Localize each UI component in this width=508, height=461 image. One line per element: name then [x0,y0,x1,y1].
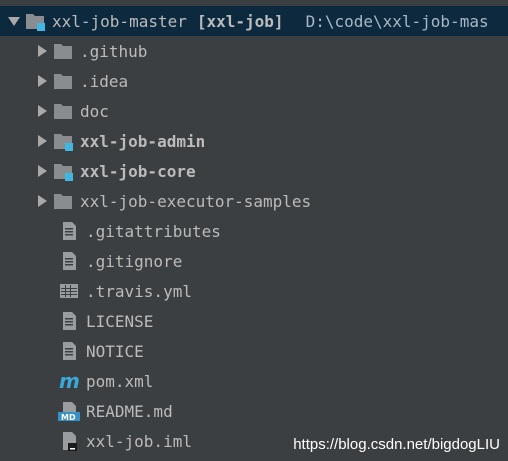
tree-folder-row[interactable]: .idea [0,66,508,96]
tree-file-row[interactable]: m pom.xml [0,366,508,396]
tree-file-row[interactable]: MD README.md [0,396,508,426]
folder-icon [52,70,74,92]
expand-arrow-icon[interactable] [32,96,52,126]
file-label: .gitattributes [86,221,221,241]
text-file-icon [58,340,80,362]
tree-root-row[interactable]: xxl-job-master [xxl-job] D:\code\xxl-job… [0,6,508,36]
markdown-icon: MD [58,400,80,422]
file-label: .gitignore [86,251,183,271]
folder-icon [52,40,74,62]
watermark-text: https://blog.csdn.net/bigdogLIU [293,436,500,453]
root-module-tag: [xxl-job] [196,11,284,31]
expand-arrow-icon[interactable] [32,66,52,96]
module-folder-icon [24,10,46,32]
tree-folder-row[interactable]: xxl-job-executor-samples [0,186,508,216]
expand-arrow-icon[interactable] [32,126,52,156]
expand-arrow-icon[interactable] [32,186,52,216]
root-name: xxl-job-master [52,11,187,31]
file-label: README.md [86,401,173,421]
yaml-file-icon [58,280,80,302]
text-file-icon [58,310,80,332]
file-label: pom.xml [86,371,154,391]
file-label: xxl-job.iml [86,431,192,451]
tree-file-row[interactable]: .gitignore [0,246,508,276]
folder-icon [52,190,74,212]
svg-text:MD: MD [61,413,76,422]
text-file-icon [58,250,80,272]
text-file-icon [58,220,80,242]
tree-module-row[interactable]: xxl-job-admin [0,126,508,156]
expand-arrow-icon[interactable] [32,36,52,66]
file-label: LICENSE [86,311,154,331]
tree-folder-row[interactable]: .github [0,36,508,66]
folder-icon [52,100,74,122]
module-folder-icon [52,130,74,152]
file-label: NOTICE [86,341,144,361]
tree-module-row[interactable]: xxl-job-core [0,156,508,186]
folder-label: .idea [80,71,129,91]
folder-label: .github [80,41,148,61]
module-folder-icon [52,160,74,182]
collapse-arrow-icon[interactable] [4,6,24,36]
svg-text:m: m [59,370,80,392]
project-tree: xxl-job-master [xxl-job] D:\code\xxl-job… [0,6,508,456]
folder-label: doc [80,101,109,121]
file-label: .travis.yml [86,281,192,301]
maven-icon: m [58,369,80,393]
expand-arrow-icon[interactable] [32,156,52,186]
tree-folder-row[interactable]: doc [0,96,508,126]
module-label: xxl-job-core [80,161,196,181]
tree-file-row[interactable]: .travis.yml [0,276,508,306]
iml-file-icon [58,430,80,452]
folder-label: xxl-job-executor-samples [80,191,312,211]
module-label: xxl-job-admin [80,131,206,151]
root-path: D:\code\xxl-job-mas [305,11,489,31]
tree-file-row[interactable]: NOTICE [0,336,508,366]
tree-file-row[interactable]: .gitattributes [0,216,508,246]
tree-file-row[interactable]: LICENSE [0,306,508,336]
